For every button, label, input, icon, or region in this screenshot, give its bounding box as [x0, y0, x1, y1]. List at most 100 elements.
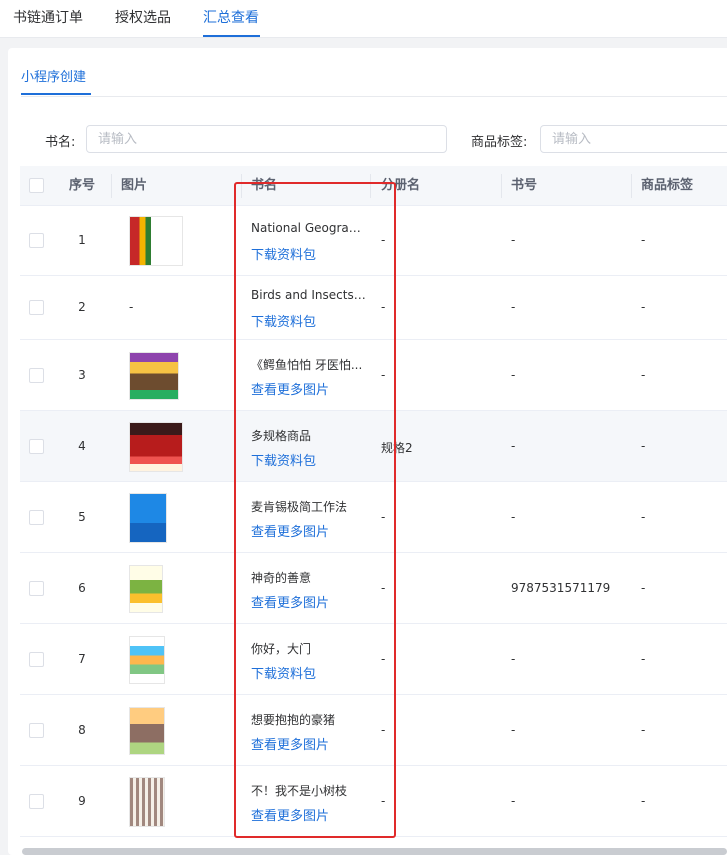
table-row: 5 麦肯锡极简工作法 查看更多图片 - - - — [20, 482, 727, 553]
top-tab-bar: 书链通订单 授权选品 汇总查看 — [0, 0, 727, 38]
product-tag: - — [641, 723, 646, 737]
row-checkbox[interactable] — [29, 652, 44, 667]
product-tag: - — [641, 233, 646, 247]
book-name: 想要抱抱的豪猪 — [251, 713, 336, 727]
row-seq: 7 — [78, 652, 86, 666]
table-row: 4 多规格商品下载资料包 规格2 - - — [20, 411, 727, 482]
book-cover-image[interactable] — [129, 493, 167, 543]
product-tag: - — [641, 300, 646, 314]
tab-mini-program-create[interactable]: 小程序创建 — [21, 66, 86, 85]
column-divider — [111, 174, 112, 198]
view-more-images-link[interactable]: 查看更多图片 — [251, 592, 329, 611]
row-checkbox[interactable] — [29, 300, 44, 315]
row-seq: 9 — [78, 794, 86, 808]
row-checkbox[interactable] — [29, 439, 44, 454]
view-more-images-link[interactable]: 查看更多图片 — [251, 734, 329, 753]
book-name: 麦肯锡极简工作法 — [251, 500, 348, 514]
content-panel: 小程序创建 书名: 商品标签: 序号 图片 书名 分册名 书号 商品标签 1 Na… — [8, 48, 727, 855]
book-name: 不！我不是小树枝 — [251, 784, 348, 798]
volume-name: - — [381, 794, 386, 808]
row-checkbox[interactable] — [29, 233, 44, 248]
isbn: - — [511, 233, 516, 247]
column-header-tag: 商品标签 — [641, 178, 694, 193]
download-package-link[interactable]: 下载资料包 — [251, 450, 316, 469]
book-name: 你好，大门 — [251, 642, 312, 656]
book-cover-image[interactable] — [129, 707, 165, 755]
select-all-checkbox[interactable] — [29, 178, 44, 193]
active-tab-indicator — [203, 35, 260, 37]
tab-summary-view[interactable]: 汇总查看 — [203, 7, 259, 27]
book-cover-image[interactable] — [129, 636, 165, 684]
table-row: 2- Birds and Insects - ... 下载资料包 - - - — [20, 276, 727, 340]
product-tag: - — [641, 510, 646, 524]
book-cover-image[interactable] — [129, 777, 165, 827]
column-header-volume: 分册名 — [381, 178, 421, 193]
volume-name: - — [381, 581, 386, 595]
volume-name: - — [381, 368, 386, 382]
column-header-book-name: 书名 — [251, 178, 278, 193]
volume-name: - — [381, 233, 386, 247]
column-divider — [241, 174, 242, 198]
row-seq: 6 — [78, 581, 86, 595]
view-more-images-link[interactable]: 查看更多图片 — [251, 379, 329, 398]
book-name: National Geographi... — [251, 221, 367, 235]
isbn: - — [511, 652, 516, 666]
product-tag: - — [641, 652, 646, 666]
book-name-input[interactable] — [86, 125, 447, 153]
isbn: - — [511, 794, 516, 808]
book-name: 《鳄鱼怕怕 牙医怕... — [251, 358, 363, 372]
column-divider — [501, 174, 502, 198]
book-name: Birds and Insects - ... — [251, 288, 367, 302]
volume-name: 规格2 — [381, 441, 413, 455]
product-tag: - — [641, 794, 646, 808]
tab-shulian-orders[interactable]: 书链通订单 — [13, 7, 83, 27]
download-package-link[interactable]: 下载资料包 — [251, 311, 316, 330]
tab-authorized-selection[interactable]: 授权选品 — [115, 7, 171, 27]
book-cover-image[interactable] — [129, 216, 183, 266]
book-cover-image[interactable] — [129, 352, 179, 400]
product-tag-label: 商品标签: — [471, 135, 528, 150]
table-row: 7 你好，大门下载资料包 - - - — [20, 624, 727, 695]
row-checkbox[interactable] — [29, 581, 44, 596]
row-seq: 4 — [78, 439, 86, 453]
product-tag: - — [641, 439, 646, 453]
book-cover-image[interactable] — [129, 422, 183, 472]
volume-name: - — [381, 652, 386, 666]
column-divider — [370, 174, 371, 198]
product-tag: - — [641, 581, 646, 595]
row-checkbox[interactable] — [29, 368, 44, 383]
book-cover-image[interactable] — [129, 565, 163, 613]
download-package-link[interactable]: 下载资料包 — [251, 663, 316, 682]
column-header-image: 图片 — [121, 178, 148, 193]
row-checkbox[interactable] — [29, 794, 44, 809]
view-more-images-link[interactable]: 查看更多图片 — [251, 805, 329, 824]
isbn: - — [511, 723, 516, 737]
volume-name: - — [381, 510, 386, 524]
view-more-images-link[interactable]: 查看更多图片 — [251, 521, 329, 540]
product-tag: - — [641, 368, 646, 382]
row-seq: 1 — [78, 233, 86, 247]
table-header: 序号 图片 书名 分册名 书号 商品标签 — [20, 166, 727, 206]
row-seq: 5 — [78, 510, 86, 524]
isbn: - — [511, 439, 516, 453]
column-header-seq: 序号 — [69, 178, 96, 193]
table-row: 8 想要抱抱的豪猪查看更多图片 - - - — [20, 695, 727, 766]
table-row: 1 National Geographi... 下载资料包 - - - — [20, 206, 727, 276]
isbn: 9787531571179 — [511, 581, 611, 595]
isbn: - — [511, 368, 516, 382]
volume-name: - — [381, 723, 386, 737]
book-name: 多规格商品 — [251, 429, 312, 443]
product-tag-input[interactable] — [540, 125, 727, 153]
download-package-link[interactable]: 下载资料包 — [251, 244, 316, 263]
image-placeholder: - — [129, 300, 134, 314]
book-name-label: 书名: — [45, 135, 76, 150]
row-seq: 3 — [78, 368, 86, 382]
column-divider — [631, 174, 632, 198]
row-seq: 8 — [78, 723, 86, 737]
table-row: 3 《鳄鱼怕怕 牙医怕... 查看更多图片 - - - — [20, 340, 727, 411]
row-checkbox[interactable] — [29, 510, 44, 525]
horizontal-scrollbar[interactable] — [22, 848, 727, 855]
row-seq: 2 — [78, 300, 86, 314]
subtab-divider — [21, 96, 727, 97]
row-checkbox[interactable] — [29, 723, 44, 738]
